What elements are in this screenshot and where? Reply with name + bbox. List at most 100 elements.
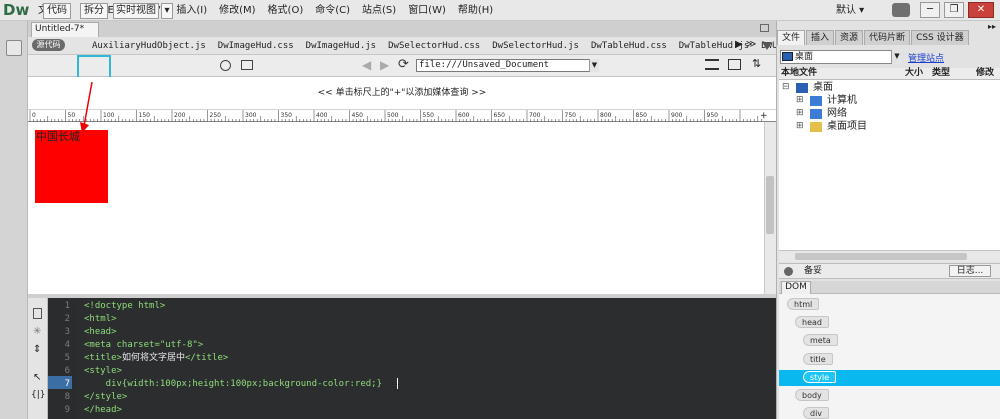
panel-tab[interactable]: 插入 <box>806 30 835 45</box>
manage-sites-link[interactable]: 管理站点 <box>908 51 944 64</box>
insert-panel-icon[interactable] <box>6 40 22 56</box>
select-parent-icon[interactable]: ↖ <box>33 372 41 383</box>
refresh-icon[interactable]: ⟳ <box>398 57 409 72</box>
code-line[interactable]: <title>如何将文字居中</title> <box>84 352 228 365</box>
live-view-button[interactable]: 实时视图 <box>113 3 159 19</box>
related-file-tab[interactable]: DwImageHud.css <box>212 37 300 54</box>
files-scroll-thumb[interactable] <box>795 253 967 260</box>
log-button[interactable]: 日志... <box>949 265 991 277</box>
design-scroll-thumb[interactable] <box>766 176 774 234</box>
sync-icon[interactable] <box>892 3 910 17</box>
panel-tab[interactable]: 文件 <box>777 30 806 45</box>
close-window-button[interactable]: ✕ <box>968 2 994 18</box>
code-line[interactable]: <meta charset="utf-8"> <box>84 339 203 352</box>
panel-tab[interactable]: CSS 设计器 <box>911 30 969 45</box>
line-number: 2 <box>64 314 70 324</box>
visual-aids-icon[interactable] <box>728 59 741 70</box>
related-file-tab[interactable]: DwSelectorHud.js <box>486 37 585 54</box>
inspect-icon[interactable] <box>220 60 231 71</box>
dom-tab[interactable]: DOM <box>781 281 811 294</box>
ruler-ticks: 0 50 100 150 200 250 300 350 400 450 500 550 600 650 7… <box>29 110 762 122</box>
collapse-tag-icon[interactable]: ✳ <box>33 326 41 337</box>
dom-node[interactable]: meta <box>803 334 838 347</box>
menu-item[interactable]: 插入(I) <box>170 0 213 21</box>
div-text: 中国长城 <box>36 130 80 143</box>
dom-node[interactable]: body <box>795 389 829 401</box>
dom-node[interactable]: style <box>803 370 837 383</box>
column-modified[interactable]: 修改 <box>976 68 994 79</box>
left-tool-strip <box>0 21 28 419</box>
tree-item[interactable]: ⊟ 桌面 <box>782 81 833 94</box>
filter-icon[interactable] <box>762 42 772 50</box>
code-line[interactable]: <style> <box>84 365 122 378</box>
code-line[interactable]: div{width:100px;height:100px;background-… <box>84 378 382 391</box>
panel-tab[interactable]: 资源 <box>835 30 864 45</box>
code-line[interactable]: </style> <box>84 391 127 404</box>
tree-expander-icon[interactable]: ⊞ <box>796 107 807 120</box>
related-file-list: AuxiliaryHudObject.js DwImageHud.css DwIma… <box>86 37 776 54</box>
more-files-icon[interactable]: ▶ ≫ <box>735 39 756 50</box>
design-view[interactable] <box>28 122 764 294</box>
dom-node[interactable]: html <box>787 298 820 310</box>
tree-item[interactable]: ⊞ 计算机 <box>796 94 857 107</box>
files-horizontal-scrollbar[interactable] <box>779 250 1000 262</box>
related-file-tab[interactable]: DwImageHud.js <box>300 37 382 54</box>
live-view-dropdown[interactable]: ▾ <box>161 3 173 19</box>
dom-node[interactable]: div <box>803 407 830 419</box>
document-tab[interactable]: Untitled-7* × <box>31 22 99 47</box>
address-dropdown[interactable]: ▼ <box>589 59 599 72</box>
code-line[interactable]: <head> <box>84 326 117 339</box>
desktop-icon <box>796 82 808 93</box>
workspace-preset[interactable]: 默认 ▾ <box>836 3 864 18</box>
tree-expander-icon[interactable]: ⊟ <box>782 81 793 94</box>
tree-expander-icon[interactable]: ⊞ <box>796 94 807 107</box>
address-field[interactable]: file:///Unsaved_Document <box>416 59 599 72</box>
related-file-tab[interactable]: DwTableHud.css <box>585 37 673 54</box>
ruler-tick-label: 350 <box>281 112 293 119</box>
ruler-tick-label: 850 <box>636 112 648 119</box>
menu-item[interactable]: 帮助(H) <box>452 0 499 21</box>
code-line[interactable]: <html> <box>84 313 117 326</box>
restore-doc-icon[interactable] <box>760 24 769 32</box>
minimize-button[interactable]: ─ <box>920 2 940 18</box>
apply-comment-icon[interactable]: {|} <box>31 390 45 400</box>
column-size[interactable]: 大小 <box>905 68 923 79</box>
menu-item[interactable]: 站点(S) <box>356 0 402 21</box>
ruler-tick-label: 250 <box>210 112 222 119</box>
forward-arrow-icon[interactable]: ▶ <box>380 58 389 72</box>
open-documents-icon[interactable] <box>33 308 42 319</box>
source-code-pill[interactable]: 源代码 <box>32 39 65 51</box>
dom-node[interactable]: title <box>803 352 833 365</box>
ruler-tick-label: 800 <box>600 112 612 119</box>
tree-expander-icon[interactable]: ⊞ <box>796 120 807 133</box>
multiscreen-icon[interactable] <box>241 60 253 70</box>
annotation-arrow <box>80 81 93 133</box>
panel-tab[interactable]: 代码片断 <box>864 30 911 45</box>
split-view-button[interactable]: 拆分 <box>80 3 108 19</box>
sort-icon[interactable]: ⇅ <box>752 57 761 70</box>
code-line[interactable]: <!doctype html> <box>84 300 165 313</box>
menu-item[interactable]: 命令(C) <box>309 0 356 21</box>
maximize-button[interactable]: ❐ <box>944 2 964 18</box>
menu-item[interactable]: 格式(O) <box>262 0 310 21</box>
column-type[interactable]: 类型 <box>932 68 950 79</box>
site-select[interactable]: 桌面 <box>780 50 902 64</box>
media-query-hint[interactable]: << 单击标尺上的"+"以添加媒体查询 >> <box>28 77 776 110</box>
horizontal-ruler: 0 50 100 150 200 250 300 350 400 450 500 550 600 650 7… <box>28 110 776 122</box>
code-line[interactable]: </head> <box>84 404 122 417</box>
view-options-icon[interactable] <box>705 59 719 70</box>
column-local-files[interactable]: 本地文件 <box>781 68 817 79</box>
ruler-plus-icon[interactable]: + <box>760 111 768 121</box>
dom-node[interactable]: head <box>795 316 829 329</box>
status-icon <box>784 267 793 276</box>
site-dropdown[interactable]: ▼ <box>891 50 902 64</box>
code-view-button[interactable]: 代码 <box>43 3 71 19</box>
back-arrow-icon[interactable]: ◀ <box>362 58 371 72</box>
menu-item[interactable]: 修改(M) <box>213 0 261 21</box>
related-file-tab[interactable]: DwSelectorHud.css <box>382 37 486 54</box>
related-file-tab[interactable]: AuxiliaryHudObject.js <box>86 37 212 54</box>
expand-all-icon[interactable]: ⇕ <box>33 344 41 355</box>
tree-item[interactable]: ⊞ 网络 <box>796 107 847 120</box>
menu-item[interactable]: 窗口(W) <box>402 0 452 21</box>
tree-item[interactable]: ⊞ 桌面项目 <box>796 120 867 133</box>
